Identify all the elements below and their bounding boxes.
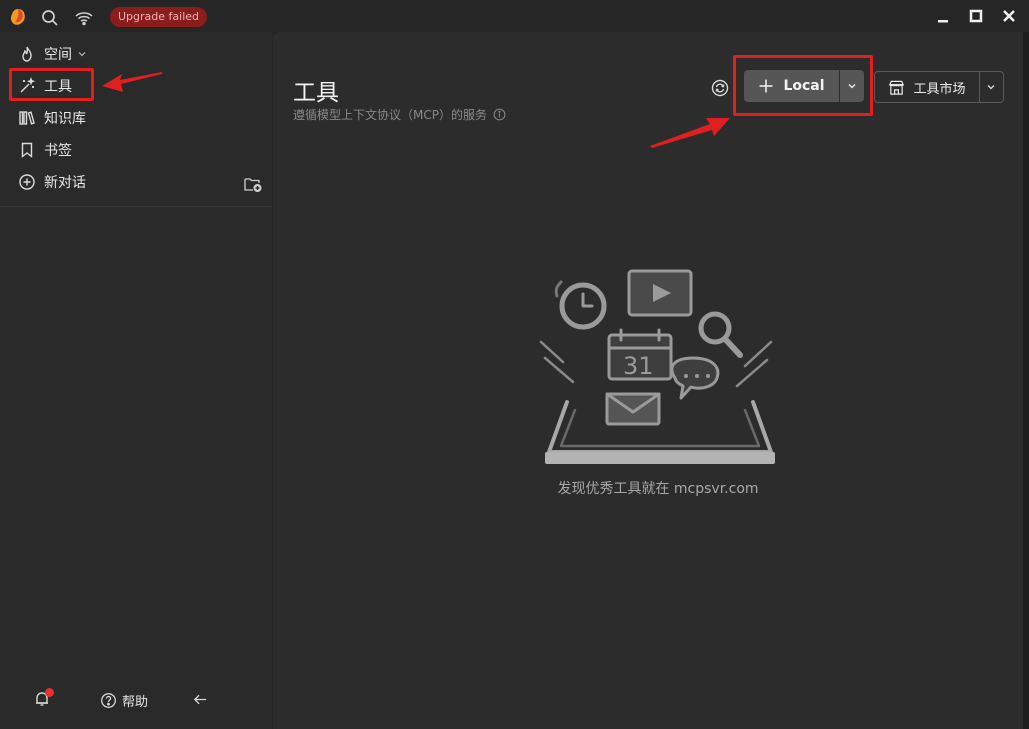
sidebar-item-label: 书签 — [44, 143, 72, 159]
sidebar-item-label: 新对话 — [44, 175, 86, 191]
sidebar-item-bookmarks[interactable]: 书签 — [8, 136, 268, 164]
sidebar-item-label: 空间 — [44, 47, 72, 63]
tool-market-button[interactable]: 工具市场 — [874, 71, 980, 103]
collapse-sidebar-icon[interactable] — [192, 691, 209, 708]
annotation-arrow-up-right — [650, 118, 730, 148]
help-button[interactable]: 帮助 — [100, 688, 148, 712]
empty-state-illustration: 31 — [539, 269, 775, 464]
sidebar-item-label: 知识库 — [44, 111, 86, 127]
highlight-box-tools — [9, 68, 94, 101]
upgrade-status-badge[interactable]: Upgrade failed — [110, 7, 208, 27]
tool-market-label: 工具市场 — [913, 81, 966, 97]
notification-badge — [45, 688, 54, 697]
sidebar-item-knowledge-base[interactable]: 知识库 — [8, 104, 268, 132]
chevron-down-icon — [987, 85, 995, 90]
help-icon — [101, 692, 116, 708]
subtitle-text: 遵循模型上下文协议（MCP）的服务 — [293, 108, 487, 122]
refresh-icon[interactable] — [711, 79, 729, 97]
minimize-icon[interactable] — [934, 7, 952, 25]
library-icon — [19, 111, 35, 125]
sidebar-divider — [0, 206, 272, 207]
empty-state-text: 发现优秀工具就在 mcpsvr.com — [557, 481, 759, 497]
page-subtitle: 遵循模型上下文协议（MCP）的服务 — [293, 106, 506, 123]
store-icon — [889, 80, 905, 95]
chevron-down-icon — [78, 52, 86, 57]
svg-text:31: 31 — [623, 352, 654, 380]
app-logo-icon — [10, 9, 25, 25]
help-label: 帮助 — [122, 694, 149, 710]
plus-circle-icon — [19, 174, 35, 190]
close-icon[interactable] — [1000, 7, 1018, 25]
page-title: 工具 — [293, 80, 339, 106]
maximize-icon[interactable] — [967, 7, 985, 25]
tool-market-dropdown[interactable] — [979, 71, 1004, 103]
highlight-box-local — [733, 55, 873, 116]
info-icon[interactable] — [493, 108, 506, 121]
new-folder-icon[interactable] — [243, 174, 263, 194]
wifi-icon[interactable] — [74, 8, 94, 28]
window-edge — [1023, 32, 1029, 729]
bookmark-icon — [21, 142, 33, 158]
sidebar-item-new-chat[interactable]: 新对话 — [8, 168, 268, 196]
annotation-arrow-left — [102, 72, 162, 92]
search-icon[interactable] — [40, 8, 60, 28]
sidebar-item-space[interactable]: 空间 — [8, 40, 268, 68]
flame-icon — [22, 46, 32, 62]
